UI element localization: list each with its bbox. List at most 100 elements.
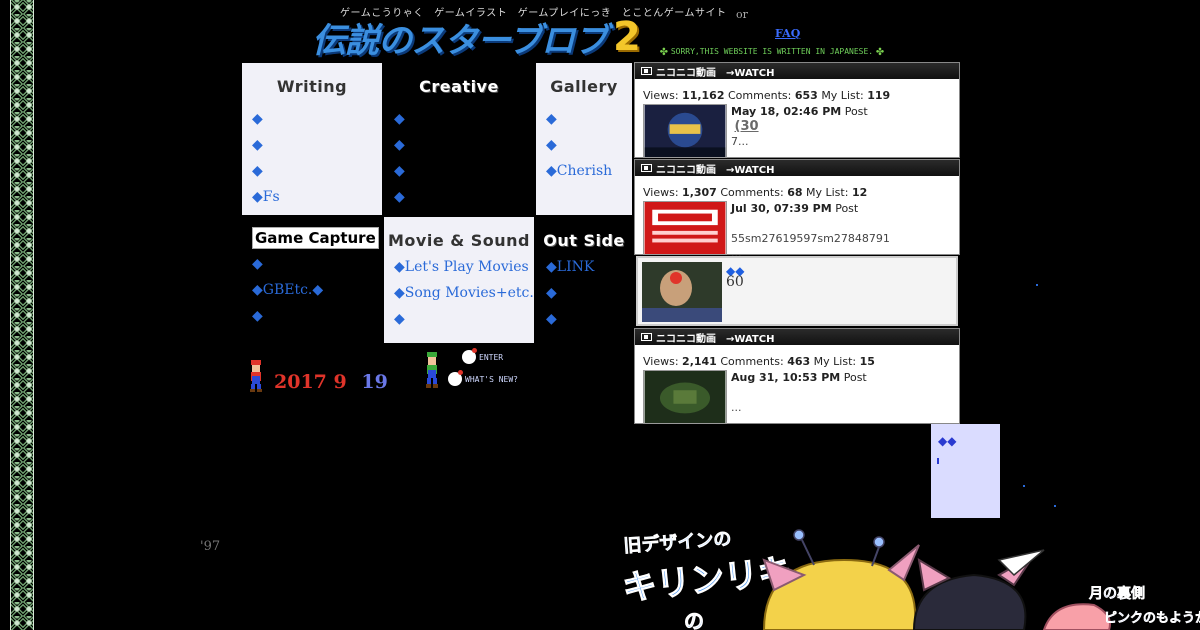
creative-item[interactable]: ◆ — [394, 184, 534, 210]
comments-count: 68 — [787, 186, 803, 199]
creative-item[interactable]: ◆ — [394, 158, 534, 184]
side-info-box: ◆◆ — [931, 424, 1000, 518]
kitty-icon — [448, 370, 463, 386]
tv-icon — [641, 333, 652, 341]
date-day: 19 — [361, 371, 388, 393]
banner-aside-line1: 月の裏側 — [1088, 585, 1145, 602]
video-thumbnail[interactable] — [643, 201, 727, 255]
featured-count: 60 — [726, 274, 744, 290]
video-card-header-label: ニコニコ動画 →WATCH — [656, 333, 775, 345]
movie-sound-panel: Movie & Sound ◆Let's Play Movies ◆Song M… — [384, 217, 534, 343]
banner-text-line3: の — [684, 609, 704, 630]
video-description: ... — [731, 401, 742, 414]
video-stats: Views: 11,162 Comments: 653 My List: 119 — [635, 79, 959, 102]
mylist-label: My List: — [813, 355, 857, 368]
game-capture-panel: Game Capture ◆ ◆GBEtc.◆ ◆ — [242, 217, 382, 343]
writing-panel: Writing ◆ ◆ ◆ ◆Fs — [242, 63, 382, 215]
out-side-item[interactable]: ◆ — [546, 306, 632, 332]
writing-item[interactable]: ◆ — [252, 158, 382, 184]
mylist-label: My List: — [821, 89, 864, 102]
mylist-count: 119 — [867, 89, 891, 102]
post-label: Post — [844, 105, 868, 118]
video-card[interactable]: ニコニコ動画 →WATCH Views: 1,307 Comments: 68 … — [634, 159, 960, 260]
views-label: Views: — [643, 355, 679, 368]
since-year: '97 — [200, 539, 221, 554]
video-title-link[interactable]: (30 — [735, 119, 759, 134]
writing-item[interactable]: ◆ — [252, 132, 382, 158]
gallery-item[interactable]: ◆Cherish — [546, 158, 632, 184]
creative-panel: Creative ◆ ◆ ◆ ◆ — [384, 63, 534, 215]
video-card[interactable]: ニコニコ動画 →WATCH Views: 2,141 Comments: 463… — [634, 328, 960, 424]
video-card-header[interactable]: ニコニコ動画 →WATCH — [635, 160, 959, 176]
decorative-border — [10, 0, 34, 630]
creative-item[interactable]: ◆ — [394, 132, 534, 158]
movie-sound-item[interactable]: ◆Song Movies+etc. — [394, 280, 534, 306]
video-thumbnail[interactable] — [643, 104, 727, 158]
site-logo[interactable]: 伝説のスターブロブ 2 — [312, 14, 641, 61]
creative-title: Creative — [419, 77, 499, 96]
post-date: May 18, 02:46 PM — [731, 105, 842, 118]
video-card-header-label: ニコニコ動画 →WATCH — [656, 164, 775, 176]
out-side-panel: Out Side ◆LINK ◆ ◆ — [536, 217, 632, 343]
game-capture-item[interactable]: ◆GBEtc.◆ — [252, 277, 382, 303]
out-side-item[interactable]: ◆ — [546, 280, 632, 306]
video-thumbnail[interactable] — [643, 370, 727, 424]
video-card-header-label: ニコニコ動画 →WATCH — [656, 67, 775, 79]
featured-thumbnail[interactable] — [642, 262, 722, 322]
whats-new-label: WHAT'S NEW? — [465, 374, 518, 384]
featured-card[interactable]: ◆◆ 60 — [636, 256, 958, 326]
logo-text: 伝説のスターブロブ — [312, 20, 608, 61]
illustration-banner[interactable]: 旧デザインの キリンリキ の 月の裏側 ピンクのもようか — [614, 520, 1200, 630]
decorative-dot — [1023, 485, 1025, 487]
gallery-panel: Gallery ◆ ◆ ◆Cherish — [536, 63, 632, 215]
writing-item[interactable]: ◆Fs — [252, 184, 382, 210]
movie-sound-item[interactable]: ◆Let's Play Movies — [394, 254, 534, 280]
mario-sprite-icon — [250, 360, 262, 392]
banner-aside-line2: ピンクのもようか — [1104, 611, 1200, 626]
game-capture-item[interactable]: ◆ — [252, 303, 382, 329]
video-card-header[interactable]: ニコニコ動画 →WATCH — [635, 329, 959, 345]
movie-sound-item[interactable]: ◆ — [394, 306, 534, 332]
game-capture-item[interactable]: ◆ — [252, 251, 382, 277]
comments-count: 653 — [794, 89, 818, 102]
video-description: 7... — [731, 135, 749, 148]
gallery-title: Gallery — [550, 77, 618, 96]
creative-item[interactable]: ◆ — [394, 106, 534, 132]
gallery-item[interactable]: ◆ — [546, 132, 632, 158]
clover-icon: ✤ — [660, 44, 668, 59]
writing-item[interactable]: ◆ — [252, 106, 382, 132]
comments-label: Comments: — [720, 355, 784, 368]
faq-link[interactable]: FAQ — [775, 27, 800, 40]
views-label: Views: — [643, 186, 679, 199]
mylist-label: My List: — [806, 186, 849, 199]
date-year: 2017 — [274, 371, 327, 393]
side-box-mark — [937, 458, 939, 464]
movie-sound-title: Movie & Sound — [387, 231, 531, 250]
luigi-sprite-icon — [426, 352, 438, 388]
gallery-item[interactable]: ◆ — [546, 106, 632, 132]
video-card-header[interactable]: ニコニコ動画 →WATCH — [635, 63, 959, 79]
enter-link[interactable]: ENTER — [462, 348, 504, 364]
site-date: 2017 9 19 — [274, 371, 388, 393]
date-month: 9 — [333, 371, 347, 393]
writing-title: Writing — [276, 77, 348, 96]
whats-new-link[interactable]: WHAT'S NEW? — [448, 370, 518, 386]
side-box-title[interactable]: ◆◆ — [938, 434, 956, 448]
game-capture-title: Game Capture — [252, 227, 379, 249]
kitty-icon — [462, 348, 477, 364]
mylist-count: 15 — [859, 355, 875, 368]
enter-label: ENTER — [479, 352, 504, 362]
clover-icon: ✤ — [876, 44, 884, 59]
views-label: Views: — [643, 89, 679, 102]
comments-label: Comments: — [728, 89, 792, 102]
banner-text-line1: 旧デザインの — [623, 528, 732, 557]
out-side-item[interactable]: ◆LINK — [546, 254, 632, 280]
post-label: Post — [835, 202, 859, 215]
mylist-count: 12 — [851, 186, 868, 199]
post-date: Aug 31, 10:53 PM — [731, 371, 841, 384]
decorative-dot — [1054, 505, 1056, 507]
post-date: Jul 30, 07:39 PM — [731, 202, 832, 215]
video-card[interactable]: ニコニコ動画 →WATCH Views: 11,162 Comments: 65… — [634, 62, 960, 158]
out-side-title: Out Side — [543, 231, 625, 250]
notice-text: SORRY,THIS WEBSITE IS WRITTEN IN JAPANES… — [670, 47, 874, 56]
